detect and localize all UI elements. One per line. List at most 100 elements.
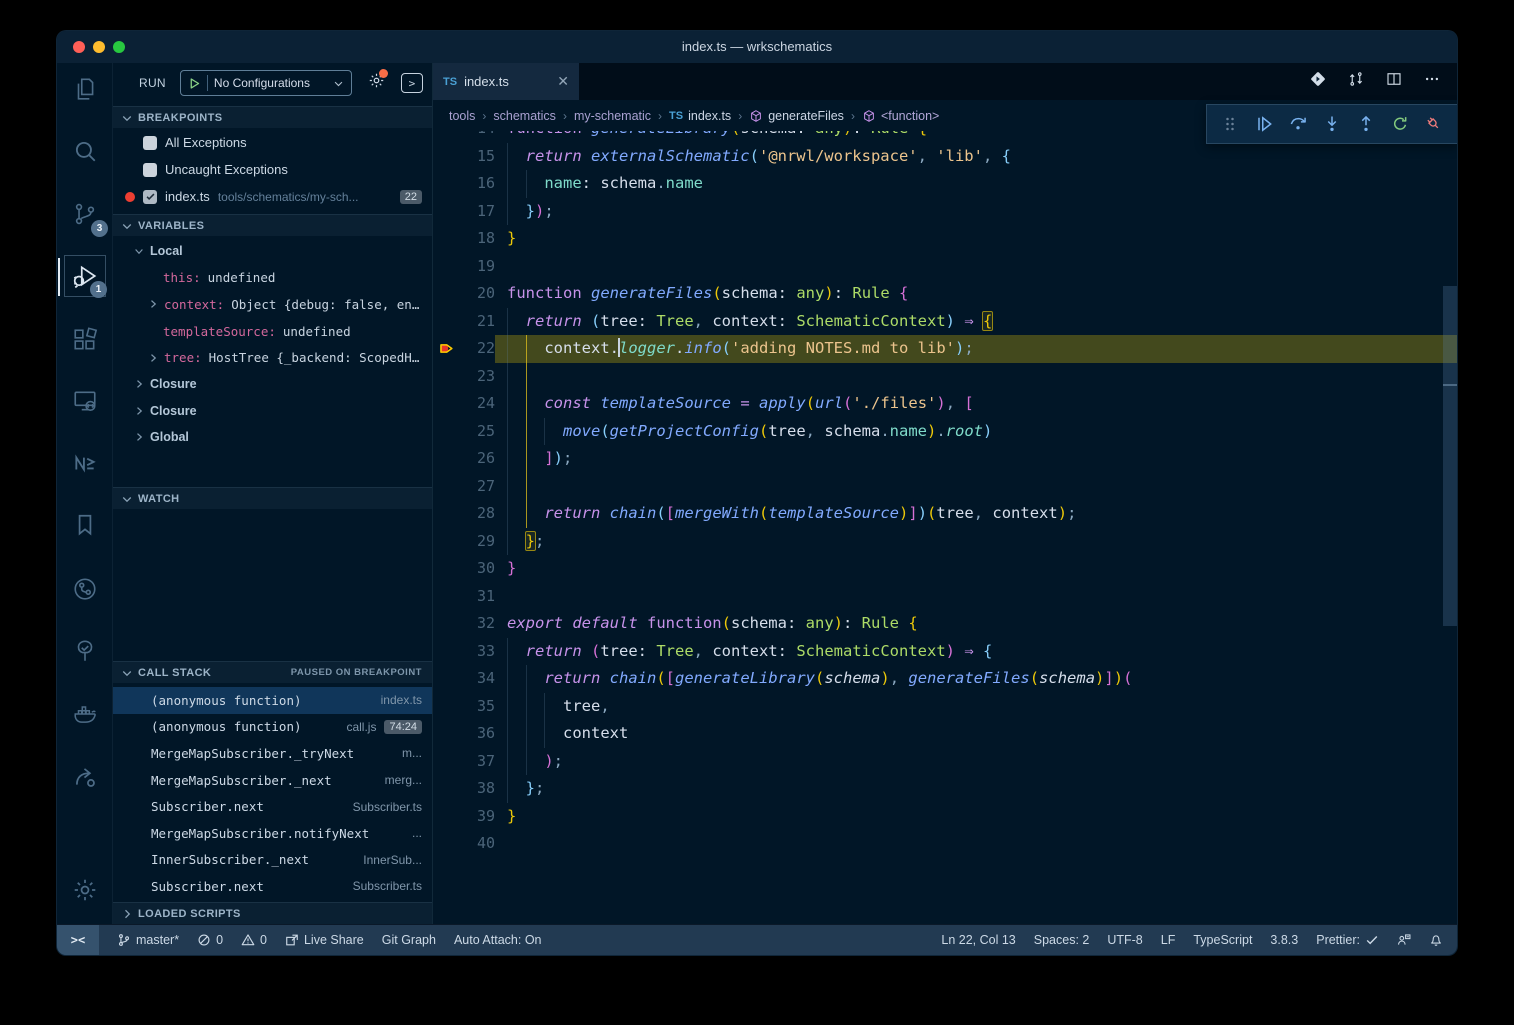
variables-section-header[interactable]: VARIABLES [113,214,432,236]
live-share-icon[interactable] [64,756,106,798]
gutter[interactable] [433,693,459,721]
code-line[interactable]: 34 return chain([generateLibrary(schema)… [433,665,1457,693]
gutter[interactable] [433,390,459,418]
code-line[interactable]: 21 return (tree: Tree, context: Schemati… [433,308,1457,336]
watch-section-header[interactable]: WATCH [113,487,432,509]
tab-index-ts[interactable]: TS index.ts ✕ [433,63,579,100]
loaded-scripts-section-header[interactable]: LOADED SCRIPTS [113,902,432,924]
stack-frame[interactable]: MergeMapSubscriber._nextmerg... [113,767,432,794]
code-line[interactable]: 17 }); [433,198,1457,226]
code-line[interactable]: 38 }; [433,775,1457,803]
gutter[interactable] [433,253,459,281]
code-line[interactable]: 32export default function(schema: any): … [433,610,1457,638]
breakpoint-row[interactable]: index.tstools/schematics/my-sch...22 [113,183,432,210]
gutter[interactable] [433,473,459,501]
gutter[interactable] [433,418,459,446]
split-editor-icon[interactable] [1385,70,1403,93]
stack-frame[interactable]: MergeMapSubscriber._tryNextm... [113,740,432,767]
extensions-icon[interactable] [64,319,106,361]
breadcrumb-item[interactable]: my-schematic [574,109,651,123]
code-line[interactable]: 40 [433,830,1457,858]
variable-row[interactable]: tree:HostTree {_backend: ScopedH… [113,344,432,371]
code-editor[interactable]: 14function generateLibrary(schema: any):… [433,131,1457,924]
gutter[interactable] [433,500,459,528]
code-line[interactable]: 19 [433,253,1457,281]
docker-icon[interactable] [64,693,106,735]
errors[interactable]: 0 [197,933,223,947]
code-line[interactable]: 26 ]); [433,445,1457,473]
language-mode[interactable]: TypeScript [1193,933,1252,947]
code-line[interactable]: 31 [433,583,1457,611]
breadcrumb-item[interactable]: tools [449,109,475,123]
encoding[interactable]: UTF-8 [1107,933,1142,947]
code-line[interactable]: 29 }; [433,528,1457,556]
call-stack-section-header[interactable]: CALL STACK PAUSED ON BREAKPOINT [113,661,432,683]
code-line[interactable]: 23 [433,363,1457,391]
indentation[interactable]: Spaces: 2 [1034,933,1090,947]
live-share[interactable]: Live Share [285,933,364,947]
continue-icon[interactable] [1251,111,1277,137]
breakpoint-row[interactable]: Uncaught Exceptions [113,156,432,183]
breadcrumb-item[interactable]: TSindex.ts [669,109,731,123]
code-line[interactable]: 28 return chain([mergeWith(templateSourc… [433,500,1457,528]
code-line[interactable]: 24 const templateSource = apply(url('./f… [433,390,1457,418]
remote-indicator[interactable]: >< [57,925,99,955]
gutter[interactable] [433,583,459,611]
variable-scope-row[interactable]: Closure [113,371,432,398]
gutter[interactable] [433,170,459,198]
stack-frame[interactable]: (anonymous function)call.js74:24 [113,714,432,741]
debug-console-button[interactable]: > [401,73,423,93]
close-tab-icon[interactable]: ✕ [557,73,569,90]
compare-changes-icon[interactable] [1347,70,1365,93]
code-line[interactable]: 36 context [433,720,1457,748]
gutter[interactable] [433,775,459,803]
source-control-icon[interactable]: 3 [64,193,106,235]
gutter[interactable] [433,528,459,556]
breadcrumb-item[interactable]: schematics [493,109,556,123]
git-branch[interactable]: master* [117,933,179,947]
stack-frame[interactable]: Subscriber.nextSubscriber.ts [113,873,432,900]
gutter[interactable] [433,280,459,308]
gutter[interactable] [433,308,459,336]
step-out-icon[interactable] [1353,111,1379,137]
eol[interactable]: LF [1161,933,1176,947]
step-over-icon[interactable] [1285,111,1311,137]
code-line[interactable]: 18} [433,225,1457,253]
restart-icon[interactable] [1387,111,1413,137]
editor-scrollbar[interactable] [1443,286,1457,626]
checkbox[interactable] [143,136,157,150]
gutter[interactable] [433,610,459,638]
gutter[interactable] [433,131,459,143]
gutter[interactable] [433,363,459,391]
run-debug-icon[interactable]: 1 [64,255,106,297]
stack-frame[interactable]: MergeMapSubscriber.notifyNext... [113,820,432,847]
variable-scope-row[interactable]: Local [113,238,432,265]
gutter[interactable] [433,830,459,858]
drag-handle-icon[interactable] [1217,111,1243,137]
stack-frame[interactable]: (anonymous function)index.ts [113,687,432,714]
remote-explorer-icon[interactable] [64,380,106,422]
gutter[interactable] [433,748,459,776]
auto-attach[interactable]: Auto Attach: On [454,933,542,947]
code-line[interactable]: 20function generateFiles(schema: any): R… [433,280,1457,308]
stack-frame[interactable]: InnerSubscriber._nextInnerSub... [113,847,432,874]
variable-scope-row[interactable]: Closure [113,398,432,425]
prettier[interactable]: Prettier: [1316,933,1379,947]
notifications-bell[interactable] [1429,933,1443,947]
gutter[interactable] [433,143,459,171]
variable-row[interactable]: this:undefined [113,265,432,292]
checkbox[interactable] [143,163,157,177]
code-line[interactable]: 27 [433,473,1457,501]
ts-version[interactable]: 3.8.3 [1270,933,1298,947]
open-changes-icon[interactable] [1309,70,1327,93]
code-line[interactable]: 33 return (tree: Tree, context: Schemati… [433,638,1457,666]
checkbox[interactable] [143,190,157,204]
breadcrumb-item[interactable]: generateFiles [749,109,844,123]
stack-frame[interactable]: Subscriber.nextSubscriber.ts [113,793,432,820]
code-line[interactable]: 25 move(getProjectConfig(tree, schema.na… [433,418,1457,446]
start-debug-icon[interactable] [188,77,201,90]
breakpoint-row[interactable]: All Exceptions [113,129,432,156]
disconnect-icon[interactable] [1421,111,1447,137]
warnings[interactable]: 0 [241,933,267,947]
code-line[interactable]: 15 return externalSchematic('@nrwl/works… [433,143,1457,171]
